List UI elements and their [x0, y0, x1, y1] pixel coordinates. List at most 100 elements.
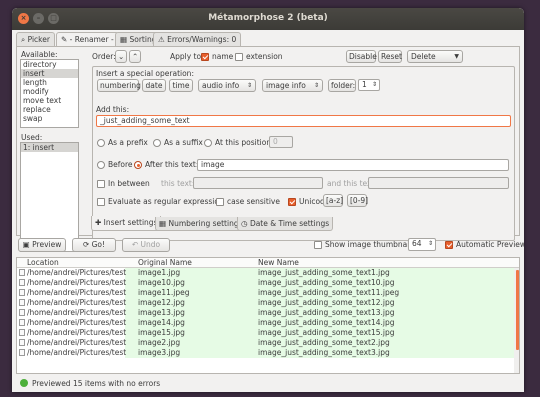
table-row[interactable]: /home/andrei/Pictures/test image1.jpg imag…	[17, 268, 519, 278]
tab-picker[interactable]: ⌕ Picker	[16, 32, 55, 46]
cell-location: /home/andrei/Pictures/test	[27, 268, 127, 277]
digit-range-button[interactable]: [0-9]	[347, 194, 368, 207]
after-label: After	[145, 160, 164, 169]
unicode-checkbox[interactable]	[288, 198, 296, 206]
thumb-size-spinner[interactable]: 64 ⇕	[408, 238, 436, 251]
list-item[interactable]: 1: insert	[21, 143, 78, 152]
file-icon	[19, 319, 25, 326]
table-row[interactable]: /home/andrei/Pictures/test image10.jpg ima…	[17, 278, 519, 288]
cell-original-name: image14.jpg	[138, 318, 185, 327]
apply-extension-label: extension	[246, 52, 283, 61]
undo-icon: ↶	[131, 240, 141, 249]
cell-original-name: image11.jpeg	[138, 288, 190, 297]
after-radio[interactable]	[134, 161, 142, 169]
table-row[interactable]: /home/andrei/Pictures/test image12.jpg ima…	[17, 298, 519, 308]
move-down-button[interactable]: ⌄	[115, 50, 127, 63]
chevron-down-icon: ▼	[454, 53, 459, 60]
undo-button[interactable]: ↶ Undo	[122, 238, 170, 252]
move-up-button[interactable]: ⌃	[129, 50, 141, 63]
insert-settings-box	[92, 66, 515, 241]
renamer-icon: ✎	[61, 35, 70, 44]
order-label: Order:	[92, 52, 116, 61]
image-info-combo[interactable]: image info ⇕	[262, 79, 323, 92]
file-icon	[19, 339, 25, 346]
list-item[interactable]: move text	[21, 96, 78, 105]
table-body: /home/andrei/Pictures/test image1.jpg imag…	[17, 268, 519, 358]
list-item[interactable]: directory	[21, 60, 78, 69]
case-sensitive-checkbox[interactable]	[216, 198, 224, 206]
file-icon	[19, 269, 25, 276]
regex-checkbox[interactable]	[97, 198, 105, 206]
table-row[interactable]: /home/andrei/Pictures/test image14.jpg ima…	[17, 318, 519, 328]
tab-numbering-settings[interactable]: ▦ Numbering settings	[155, 217, 247, 231]
picker-icon: ⌕	[21, 35, 28, 44]
list-item[interactable]: insert	[21, 69, 78, 78]
between-start-input[interactable]	[193, 177, 323, 189]
preview-table[interactable]: Location Original Name New Name /home/an…	[16, 257, 520, 374]
audio-info-combo[interactable]: audio info ⇕	[198, 79, 256, 92]
list-item[interactable]: swap	[21, 114, 78, 123]
between-end-input[interactable]	[368, 177, 509, 189]
cell-original-name: image15.jpg	[138, 328, 185, 337]
audio-info-value: audio info	[202, 81, 240, 90]
apply-name-checkbox[interactable]	[201, 53, 209, 61]
reset-button[interactable]: Reset	[378, 50, 402, 63]
chevron-down-icon: ⌄	[118, 52, 125, 61]
after-text-input[interactable]: image	[197, 159, 509, 171]
delete-combo[interactable]: Delete ▼	[407, 50, 463, 63]
table-row[interactable]: /home/andrei/Pictures/test image3.jpg imag…	[17, 348, 519, 358]
tab-renamer[interactable]: ✎ - Renamer -	[56, 32, 119, 47]
suffix-radio[interactable]	[153, 139, 161, 147]
table-row[interactable]: /home/andrei/Pictures/test image15.jpg ima…	[17, 328, 519, 338]
in-between-checkbox[interactable]	[97, 180, 105, 188]
scrollbar-thumb[interactable]	[516, 270, 519, 350]
go-label: Go!	[91, 240, 106, 249]
list-item[interactable]: modify	[21, 87, 78, 96]
date-button[interactable]: date	[142, 79, 166, 92]
cell-original-name: image2.jpg	[138, 338, 181, 347]
folder-button[interactable]: folder:	[328, 79, 356, 92]
column-original-name[interactable]: Original Name	[138, 258, 192, 268]
go-button[interactable]: ⟳ Go!	[72, 238, 116, 252]
list-item[interactable]: length	[21, 78, 78, 87]
used-operations-list[interactable]: 1: insert	[20, 142, 79, 252]
between-this-label: this text:	[161, 179, 195, 188]
tab-errors[interactable]: ⚠ Errors/Warnings: 0	[153, 32, 242, 46]
window-title: Métamorphose 2 (beta)	[208, 13, 328, 23]
cell-new-name: image_just_adding_some_text13.jpg	[258, 308, 395, 317]
disable-button[interactable]: Disable	[346, 50, 377, 63]
cell-original-name: image13.jpg	[138, 308, 185, 317]
position-radio[interactable]	[204, 139, 212, 147]
apply-extension-checkbox[interactable]	[235, 53, 243, 61]
file-icon	[19, 309, 25, 316]
column-new-name[interactable]: New Name	[258, 258, 299, 268]
before-radio[interactable]	[97, 161, 105, 169]
auto-preview-checkbox[interactable]	[445, 241, 453, 249]
table-row[interactable]: /home/andrei/Pictures/test image2.jpg imag…	[17, 338, 519, 348]
tab-insert-settings[interactable]: ✚ Insert settings	[91, 216, 162, 231]
prefix-radio[interactable]	[97, 139, 105, 147]
time-button[interactable]: time	[169, 79, 193, 92]
table-row[interactable]: /home/andrei/Pictures/test image11.jpeg im…	[17, 288, 519, 298]
case-sensitive-label: case sensitive	[227, 197, 280, 206]
image-info-value: image info	[266, 81, 306, 90]
preview-icon: ▣	[22, 240, 33, 249]
file-icon	[19, 289, 25, 296]
preview-button[interactable]: ▣ Preview	[18, 238, 66, 252]
list-item[interactable]: replace	[21, 105, 78, 114]
column-location[interactable]: Location	[27, 258, 59, 268]
cell-location: /home/andrei/Pictures/test	[27, 318, 127, 327]
table-row[interactable]: /home/andrei/Pictures/test image13.jpg ima…	[17, 308, 519, 318]
in-between-label: In between	[108, 179, 150, 188]
available-operations-list[interactable]: directory insert length modify move text…	[20, 59, 79, 128]
position-spinner[interactable]: 0	[269, 136, 293, 148]
tab-date-time-settings[interactable]: ◷ Date & Time settings	[237, 217, 334, 231]
lowercase-range-button[interactable]: [a-z]	[323, 194, 343, 207]
show-thumbnails-checkbox[interactable]	[314, 241, 322, 249]
chevron-down-icon: ⇕	[313, 82, 319, 89]
suffix-label: As a suffix	[164, 138, 203, 147]
add-this-input[interactable]: _just_adding_some_text	[96, 115, 511, 127]
folder-spinner[interactable]: 1 ⇕	[358, 79, 380, 91]
numbering-button[interactable]: numbering	[97, 79, 141, 92]
table-header: Location Original Name New Name	[17, 258, 519, 268]
